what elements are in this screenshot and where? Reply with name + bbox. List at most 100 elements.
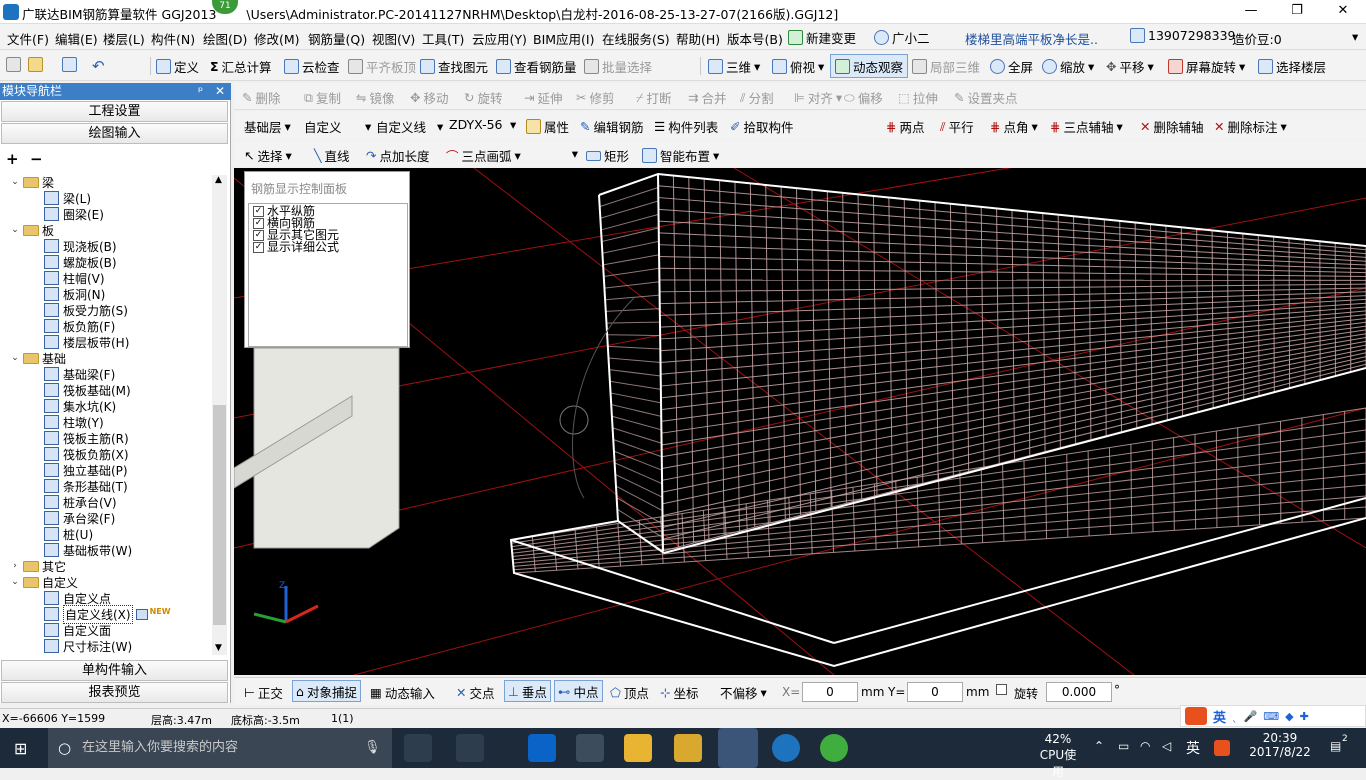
move-button[interactable]: ✥移动	[410, 88, 449, 107]
guangxiaoer-button[interactable]: 广小二	[874, 28, 930, 47]
user-account[interactable]: 13907298339	[1130, 28, 1235, 43]
menu-tools[interactable]: 工具(T)	[422, 29, 464, 48]
save-button[interactable]	[62, 57, 77, 72]
sogou-ime-bar[interactable]: 英 ˎ 🎤 ⌨ ◆ ✚	[1180, 705, 1366, 727]
tree-item[interactable]: 尺寸标注(W)	[44, 638, 132, 654]
three-point-arc-button[interactable]: ⌒三点画弧▾	[446, 146, 521, 165]
rotate-button[interactable]: ↻旋转	[464, 88, 503, 107]
component-name-select[interactable]: ZDYX-56▾	[449, 117, 516, 132]
dynamic-orbit-button[interactable]: 动态观察	[830, 54, 908, 78]
tree-item[interactable]: 楼层板带(H)	[44, 334, 129, 350]
perpendicular-snap[interactable]: ⊥垂点	[504, 680, 551, 702]
open-file-button[interactable]	[28, 57, 43, 72]
tree-item[interactable]: 承台梁(F)	[44, 510, 115, 526]
network-icon[interactable]: ▭	[1118, 739, 1129, 753]
mirror-button[interactable]: ⇋镜像	[356, 88, 395, 107]
menu-draw[interactable]: 绘图(D)	[203, 29, 247, 48]
menu-view[interactable]: 视图(V)	[372, 29, 415, 48]
arc-mode-select[interactable]: ▾	[526, 146, 578, 161]
tree-item[interactable]: 现浇板(B)	[44, 238, 117, 254]
menu-bim[interactable]: BIM应用(I)	[533, 29, 595, 48]
batch-select-button[interactable]: 批量选择	[584, 57, 652, 76]
taskbar-search[interactable]: 在这里输入你要搜索的内容 ○ 🎙	[48, 728, 392, 768]
y-input[interactable]: 0	[907, 682, 963, 702]
checkbox-icon[interactable]: ✓	[253, 206, 264, 217]
ortho-toggle[interactable]: ⊢正交	[244, 683, 283, 702]
tree-item[interactable]: 独立基础(P)	[44, 462, 128, 478]
properties-button[interactable]: 属性	[526, 117, 569, 136]
offset-button[interactable]: ⬭偏移	[844, 88, 883, 107]
two-point-axis-button[interactable]: ⋕两点	[886, 117, 925, 136]
pin-icon[interactable]: ᵖ	[198, 83, 203, 100]
mic-icon[interactable]: 🎤	[1244, 710, 1258, 723]
tree-folder[interactable]: ⌄梁	[10, 174, 54, 190]
tree-item[interactable]: 柱墩(Y)	[44, 414, 104, 430]
trim-button[interactable]: ✂修剪	[576, 88, 615, 107]
line-button[interactable]: ╲直线	[314, 146, 350, 165]
expand-all-icon[interactable]: +	[6, 150, 19, 168]
align-top-button[interactable]: 平齐板顶	[348, 57, 416, 76]
checkbox-icon[interactable]: ✓	[253, 230, 264, 241]
ggj-app-taskbar-icon[interactable]	[718, 728, 758, 768]
rectangle-button[interactable]: 矩形	[586, 146, 629, 165]
green-app-icon[interactable]	[820, 734, 848, 762]
new-change-button[interactable]: 新建变更	[788, 28, 856, 47]
tools-icon[interactable]: ✚	[1300, 710, 1309, 723]
minimize-button[interactable]: —	[1228, 0, 1274, 24]
collapse-all-icon[interactable]: −	[30, 150, 43, 168]
undo-button[interactable]: ↶	[92, 57, 105, 75]
checkbox-icon[interactable]: ✓	[253, 242, 264, 253]
stretch-button[interactable]: ⬚拉伸	[898, 88, 938, 107]
tree-item[interactable]: 自定义线(X)NEW	[44, 606, 171, 622]
glodon-g-icon[interactable]	[772, 734, 800, 762]
pick-component-button[interactable]: ✐拾取构件	[730, 117, 794, 136]
tree-item[interactable]: 自定义面	[44, 622, 111, 638]
point-angle-button[interactable]: ⋕点角▾	[990, 117, 1038, 136]
collapse-icon[interactable]: ⌄	[10, 177, 20, 187]
menu-help[interactable]: 帮助(H)	[676, 29, 720, 48]
category-select[interactable]: 自定义▾	[304, 117, 371, 136]
pan-button[interactable]: ✥平移▾	[1106, 57, 1154, 76]
file-explorer-icon[interactable]	[624, 734, 652, 762]
expand-icon[interactable]: ›	[10, 561, 20, 571]
vertex-snap[interactable]: ⬠顶点	[610, 683, 649, 702]
tree-item[interactable]: 集水坑(K)	[44, 398, 116, 414]
tree-item[interactable]: 筏板主筋(R)	[44, 430, 129, 446]
menu-modify[interactable]: 修改(M)	[254, 29, 300, 48]
parallel-axis-button[interactable]: ⫽平行	[940, 117, 974, 136]
notes-app-icon[interactable]	[674, 734, 702, 762]
menu-edit[interactable]: 编辑(E)	[55, 29, 98, 48]
store-icon[interactable]	[576, 734, 604, 762]
tree-folder[interactable]: ⌄基础	[10, 350, 66, 366]
tree-item[interactable]: 桩(U)	[44, 526, 93, 542]
menu-component[interactable]: 构件(N)	[151, 29, 195, 48]
component-list-button[interactable]: ☰构件列表	[654, 117, 718, 136]
type-select[interactable]: 自定义线▾	[376, 117, 443, 136]
full-screen-button[interactable]: 全屏	[990, 57, 1033, 76]
scroll-down-icon[interactable]: ▼	[215, 643, 222, 653]
midpoint-snap[interactable]: ⊷中点	[554, 680, 603, 702]
tree-item[interactable]: 桩承台(V)	[44, 494, 117, 510]
new-file-button[interactable]	[6, 57, 21, 72]
view-rebar-button[interactable]: 查看钢筋量	[496, 57, 577, 76]
local-3d-button[interactable]: 局部三维	[912, 57, 980, 76]
define-button[interactable]: 定义	[156, 57, 199, 76]
report-preview-button[interactable]: 报表预览	[1, 682, 228, 703]
close-button[interactable]: ✕	[1320, 0, 1366, 24]
tree-scrollbar[interactable]: ▲ ▼	[212, 175, 227, 655]
tree-folder[interactable]: ⌄自定义	[10, 574, 78, 590]
windows-start-icon[interactable]: ⊞	[14, 739, 27, 758]
copy-button[interactable]: ⧉复制	[304, 88, 341, 107]
tree-folder[interactable]: ⌄板	[10, 222, 54, 238]
3d-view-button[interactable]: 三维▾	[708, 57, 760, 76]
tree-item[interactable]: 条形基础(T)	[44, 478, 128, 494]
align-button[interactable]: ⊫对齐▾	[794, 88, 842, 107]
extend-button[interactable]: ⇥延伸	[524, 88, 563, 107]
tree-item[interactable]: 筏板基础(M)	[44, 382, 131, 398]
sum-calc-button[interactable]: Σ汇总计算	[210, 57, 272, 76]
edge-browser-icon[interactable]	[528, 734, 556, 762]
wifi-icon[interactable]: ◠	[1140, 739, 1150, 753]
floor-select[interactable]: 基础层▾	[244, 117, 291, 136]
three-point-axis-button[interactable]: ⋕三点辅轴▾	[1050, 117, 1123, 136]
split-button[interactable]: ⫽分割	[740, 88, 774, 107]
